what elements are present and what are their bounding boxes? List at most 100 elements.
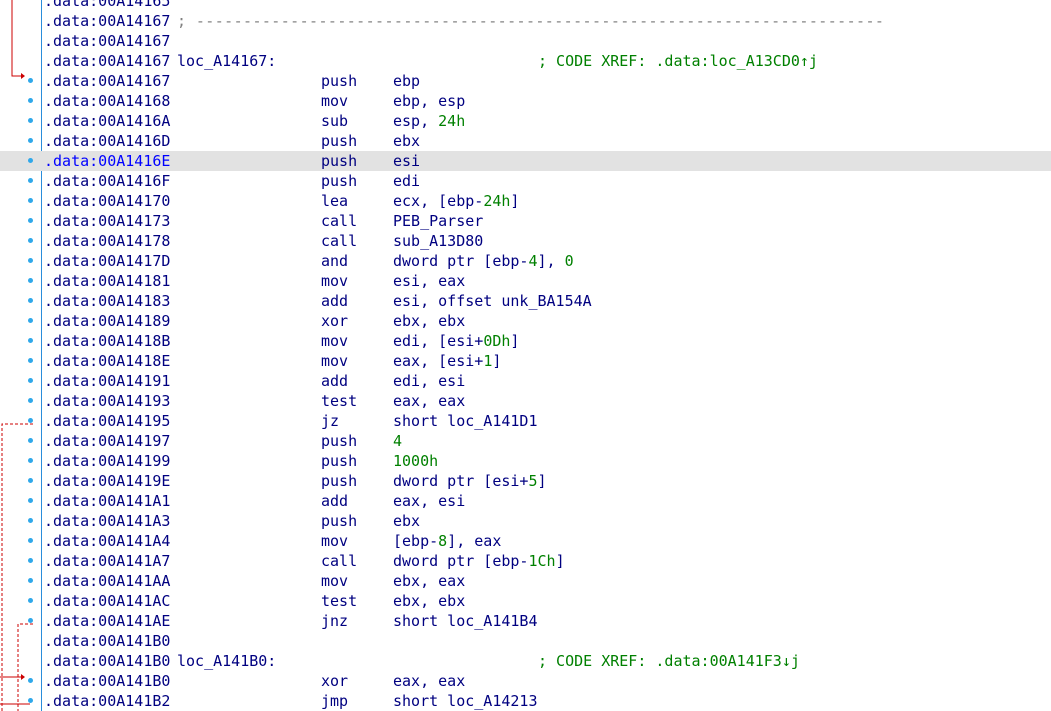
operands[interactable]: eax, eax [393,671,465,691]
instruction-row[interactable]: .data:00A141A4 mov [ebp-8], eax [0,531,1051,551]
breakpoint-dot-icon[interactable] [28,678,33,683]
operands[interactable]: 1000h [393,451,438,471]
address[interactable]: .data:00A14199 [44,451,170,471]
instruction-row[interactable]: .data:00A14199 push 1000h [0,451,1051,471]
breakpoint-dot-icon[interactable] [28,278,33,283]
address[interactable]: .data:00A141A4 [44,531,170,551]
address[interactable]: .data:00A141AA [44,571,170,591]
breakpoint-dot-icon[interactable] [28,398,33,403]
address-row[interactable]: .data:00A14165 [0,0,1051,11]
operands[interactable]: ebx, ebx [393,591,465,611]
breakpoint-dot-icon[interactable] [28,498,33,503]
instruction-row[interactable]: .data:00A141AC test ebx, ebx [0,591,1051,611]
breakpoint-dot-icon[interactable] [28,438,33,443]
operands[interactable]: esi [393,151,420,171]
operands[interactable]: [ebp-8], eax [393,531,501,551]
operands[interactable]: dword ptr [ebp-1Ch] [393,551,565,571]
address[interactable]: .data:00A141AE [44,611,170,631]
instruction-row[interactable]: .data:00A14173 call PEB_Parser [0,211,1051,231]
label-row[interactable]: .data:00A14167 loc_A14167: ; CODE XREF: .d… [0,51,1051,71]
breakpoint-dot-icon[interactable] [28,118,33,123]
address[interactable]: .data:00A141B0 [44,651,170,671]
address[interactable]: .data:00A14189 [44,311,170,331]
breakpoint-dot-icon[interactable] [28,358,33,363]
address[interactable]: .data:00A141B2 [44,691,170,711]
breakpoint-dot-icon[interactable] [28,558,33,563]
address[interactable]: .data:00A1416A [44,111,170,131]
breakpoint-dot-icon[interactable] [28,418,33,423]
operands[interactable]: eax, eax [393,391,465,411]
operands[interactable]: eax, esi [393,491,465,511]
instruction-row[interactable]: .data:00A1416D push ebx [0,131,1051,151]
instruction-row[interactable]: .data:00A141AE jnz short loc_A141B4 [0,611,1051,631]
operands[interactable]: sub_A13D80 [393,231,483,251]
breakpoint-dot-icon[interactable] [28,98,33,103]
operands[interactable]: edi, esi [393,371,465,391]
breakpoint-dot-icon[interactable] [28,698,33,703]
address[interactable]: .data:00A1419E [44,471,170,491]
instruction-row[interactable]: .data:00A14168 mov ebp, esp [0,91,1051,111]
instruction-row[interactable]: .data:00A1416F push edi [0,171,1051,191]
operands[interactable]: eax, [esi+1] [393,351,501,371]
breakpoint-dot-icon[interactable] [28,458,33,463]
instruction-row[interactable]: .data:00A141A7 call dword ptr [ebp-1Ch] [0,551,1051,571]
instruction-row[interactable]: .data:00A14170 lea ecx, [ebp-24h] [0,191,1051,211]
instruction-row[interactable]: .data:00A141AA mov ebx, eax [0,571,1051,591]
address[interactable]: .data:00A141B0 [44,631,170,651]
instruction-row[interactable]: .data:00A14189 xor ebx, ebx [0,311,1051,331]
address[interactable]: .data:00A14173 [44,211,170,231]
breakpoint-dot-icon[interactable] [28,598,33,603]
code-label[interactable]: loc_A141B0: [177,651,276,671]
address[interactable]: .data:00A1418E [44,351,170,371]
address[interactable]: .data:00A141AC [44,591,170,611]
breakpoint-dot-icon[interactable] [28,478,33,483]
breakpoint-dot-icon[interactable] [28,518,33,523]
separator-row[interactable]: .data:00A14167 ; ------------------------… [0,11,1051,31]
breakpoint-dot-icon[interactable] [28,298,33,303]
operands[interactable]: ebx, eax [393,571,465,591]
address[interactable]: .data:00A141A7 [44,551,170,571]
breakpoint-dot-icon[interactable] [28,178,33,183]
instruction-row[interactable]: .data:00A1417D and dword ptr [ebp-4], 0 [0,251,1051,271]
address[interactable]: .data:00A14181 [44,271,170,291]
operands[interactable]: ecx, [ebp-24h] [393,191,519,211]
breakpoint-dot-icon[interactable] [28,538,33,543]
address[interactable]: .data:00A141A1 [44,491,170,511]
instruction-row[interactable]: .data:00A1416E push esi [0,151,1051,171]
address[interactable]: .data:00A1416E [44,151,170,171]
breakpoint-dot-icon[interactable] [28,618,33,623]
operands[interactable]: dword ptr [ebp-4], 0 [393,251,574,271]
address[interactable]: .data:00A1416F [44,171,170,191]
operands[interactable]: ebx, ebx [393,311,465,331]
breakpoint-dot-icon[interactable] [28,218,33,223]
breakpoint-dot-icon[interactable] [28,378,33,383]
operands[interactable]: edi, [esi+0Dh] [393,331,519,351]
address[interactable]: .data:00A1417D [44,251,170,271]
address-row[interactable]: .data:00A14167 [0,31,1051,51]
address[interactable]: .data:00A14195 [44,411,170,431]
address[interactable]: .data:00A141B0 [44,671,170,691]
operands[interactable]: ebx [393,511,420,531]
address-row[interactable]: .data:00A141B0 [0,631,1051,651]
instruction-row[interactable]: .data:00A141A1 add eax, esi [0,491,1051,511]
instruction-row[interactable]: .data:00A14178 call sub_A13D80 [0,231,1051,251]
operands[interactable]: edi [393,171,420,191]
breakpoint-dot-icon[interactable] [28,578,33,583]
operands[interactable]: 4 [393,431,402,451]
xref-comment[interactable]: ; CODE XREF: .data:loc_A13CD0↑j [538,51,818,71]
operands[interactable]: PEB_Parser [393,211,483,231]
code-label[interactable]: loc_A14167: [177,51,276,71]
operands[interactable]: ebp, esp [393,91,465,111]
breakpoint-dot-icon[interactable] [28,78,33,83]
operands[interactable]: short loc_A141D1 [393,411,538,431]
operands[interactable]: esi, offset unk_BA154A [393,291,592,311]
operands[interactable]: ebp [393,71,420,91]
address[interactable]: .data:00A14167 [44,11,170,31]
operands[interactable]: esp, 24h [393,111,465,131]
address[interactable]: .data:00A14178 [44,231,170,251]
breakpoint-dot-icon[interactable] [28,238,33,243]
address[interactable]: .data:00A1416D [44,131,170,151]
address[interactable]: .data:00A14193 [44,391,170,411]
address[interactable]: .data:00A14167 [44,71,170,91]
instruction-row[interactable]: .data:00A14197 push 4 [0,431,1051,451]
